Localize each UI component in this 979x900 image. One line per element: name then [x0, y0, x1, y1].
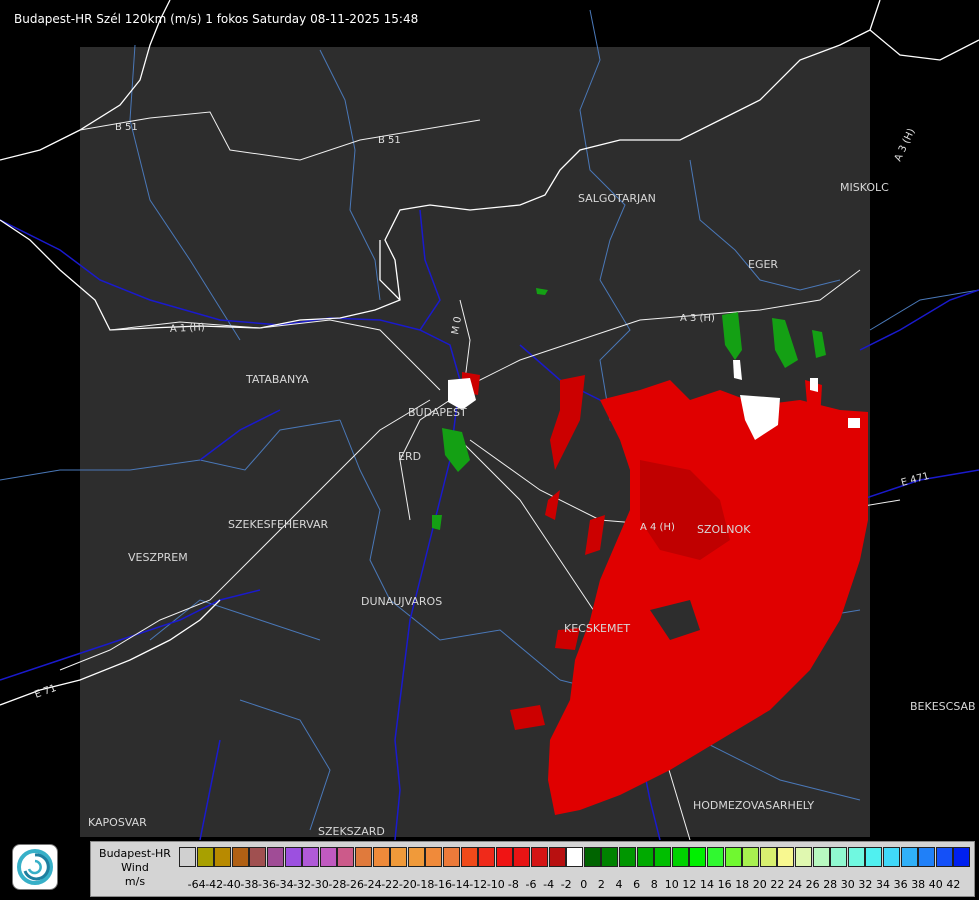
radar-map-view: B 51 B 51 A 3 (H) A 3 (H) A 4 (H) E 471 … — [0, 0, 979, 900]
road-label-b51-east: B 51 — [378, 135, 401, 146]
city-szekesfehervar: SZEKESFEHERVAR — [228, 518, 329, 531]
city-dunaujvaros: DUNAUJVAROS — [361, 595, 442, 608]
legend-swatch — [724, 847, 742, 867]
legend-line-quantity: Wind — [121, 861, 149, 874]
city-tatabanya: TATABANYA — [245, 373, 309, 386]
legend-swatch — [284, 847, 302, 867]
legend-swatch — [407, 847, 425, 867]
road-label-a4: A 4 (H) — [640, 522, 675, 533]
legend-swatch — [495, 847, 513, 867]
legend-swatch — [847, 847, 865, 867]
legend-swatch — [372, 847, 390, 867]
legend-swatch — [707, 847, 724, 867]
legend-swatch — [548, 847, 566, 867]
road-label-a3-ne: A 3 (H) — [893, 127, 918, 163]
legend-swatch — [196, 847, 214, 867]
city-eger: EGER — [748, 258, 778, 271]
legend-swatch — [795, 847, 812, 867]
legend-swatch — [918, 847, 936, 867]
legend-swatch — [513, 847, 531, 867]
legend-line-radar: Budapest-HR — [99, 847, 171, 860]
legend-swatch — [900, 847, 918, 867]
legend-swatch — [689, 847, 707, 867]
legend-swatch — [654, 847, 672, 867]
wind-legend: Budapest-HR Wind m/s -64 -42 -40 -38 -36 -34-… — [90, 841, 975, 897]
legend-swatch — [830, 847, 848, 867]
legend-swatch — [935, 847, 953, 867]
legend-swatch — [267, 847, 284, 867]
city-budapest: BUDAPEST — [408, 406, 467, 419]
legend-swatch — [812, 847, 830, 867]
legend-swatch — [231, 847, 249, 867]
legend-swatch — [777, 847, 795, 867]
city-szekszard: SZEKSZARD — [318, 825, 385, 838]
city-erd: ERD — [398, 450, 421, 463]
legend-swatch — [636, 847, 654, 867]
legend-swatch — [425, 847, 443, 867]
road-label-e471: E 471 — [900, 471, 930, 489]
legend-swatch — [742, 847, 760, 867]
legend-swatch — [531, 847, 548, 867]
legend-swatch — [478, 847, 496, 867]
header-title: Budapest-HR Szél 120km (m/s) 1 fokos Sat… — [14, 12, 419, 26]
road-label-e71: E 71 — [33, 683, 58, 701]
met-service-swirl-icon — [12, 844, 58, 890]
city-salgotarjan: SALGOTARJAN — [578, 192, 656, 205]
legend-swatch — [337, 847, 355, 867]
legend-swatch — [619, 847, 636, 867]
legend-swatch — [953, 847, 971, 867]
legend-swatch — [302, 847, 320, 867]
legend-swatch — [355, 847, 372, 867]
city-miskolc: MISKOLC — [840, 181, 889, 194]
legend-swatch — [319, 847, 337, 867]
legend-swatch — [443, 847, 460, 867]
road-label-a3-east: A 3 (H) — [680, 313, 715, 324]
city-hodmezovasarhely: HODMEZOVASARHELY — [693, 799, 814, 812]
legend-swatch — [583, 847, 601, 867]
radar-map[interactable]: B 51 B 51 A 3 (H) A 3 (H) A 4 (H) E 471 … — [0, 0, 979, 840]
city-szolnok: SZOLNOK — [697, 523, 751, 536]
legend-title: Budapest-HR Wind m/s — [93, 847, 177, 889]
legend-swatch — [566, 847, 584, 867]
legend-swatch — [179, 847, 196, 867]
legend-line-unit: m/s — [124, 875, 146, 888]
legend-swatch — [883, 847, 900, 867]
city-kecskemet: KECSKEMET — [564, 622, 630, 635]
legend-swatch — [460, 847, 478, 867]
road-label-b51-west: B 51 — [115, 122, 138, 133]
road-label-m1: A 1 (H) — [170, 322, 206, 335]
legend-swatch — [214, 847, 232, 867]
legend-swatch — [390, 847, 408, 867]
legend-swatch — [865, 847, 883, 867]
city-bekescsaba: BEKESCSAB — [910, 700, 976, 713]
legend-swatch — [671, 847, 689, 867]
legend-tick-label: 42 — [946, 878, 961, 891]
city-veszprem: VESZPREM — [128, 551, 188, 564]
legend-swatch — [759, 847, 777, 867]
legend-swatch — [601, 847, 619, 867]
legend-swatch — [249, 847, 267, 867]
city-kaposvar: KAPOSVAR — [88, 816, 147, 829]
